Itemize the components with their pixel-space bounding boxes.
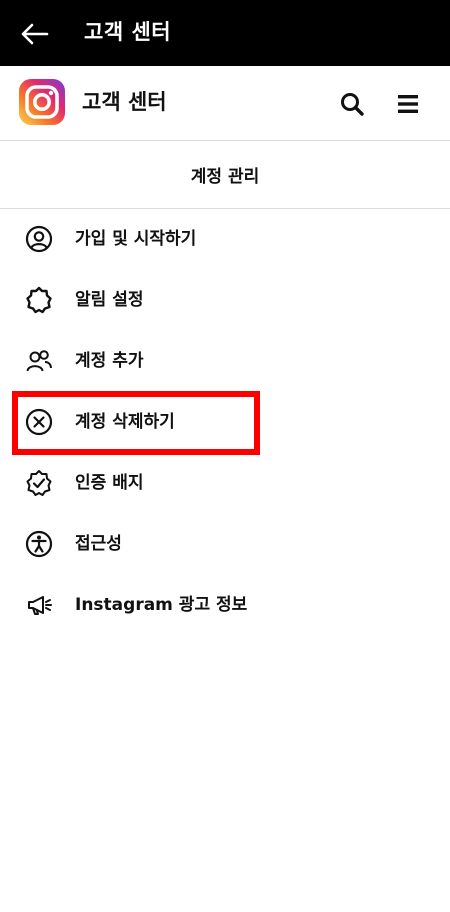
menu-item-label: 알림 설정 (75, 290, 144, 310)
account-management-menu: 가입 및 시작하기 알림 설정 계정 추가 계정 삭제하기 인증 배지 접근성 … (0, 209, 450, 636)
menu-item-label: 계정 삭제하기 (75, 412, 175, 432)
help-center-page: 고객 센터 고객 센터 계정 관리 가입 및 시작하기 알림 설정 계정 추가 … (0, 0, 450, 912)
menu-item-instagram-ads[interactable]: Instagram 광고 정보 (0, 575, 450, 636)
hamburger-menu-button[interactable] (390, 86, 426, 122)
menu-item-label: 가입 및 시작하기 (75, 229, 197, 249)
menu-item-label: 인증 배지 (75, 473, 144, 493)
section-title: 계정 관리 (0, 140, 450, 209)
search-button[interactable] (334, 86, 370, 122)
search-icon (341, 93, 364, 116)
menu-item-label: Instagram 광고 정보 (75, 595, 248, 615)
menu-item-label: 접근성 (75, 534, 122, 554)
add-people-icon (24, 346, 54, 376)
user-circle-icon (24, 224, 54, 254)
menu-item-notifications[interactable]: 알림 설정 (0, 270, 450, 331)
verified-badge-icon (24, 468, 54, 498)
back-button[interactable] (14, 14, 54, 54)
menu-item-signup[interactable]: 가입 및 시작하기 (0, 209, 450, 270)
menu-item-verified-badge[interactable]: 인증 배지 (0, 453, 450, 514)
menu-item-delete-account[interactable]: 계정 삭제하기 (0, 392, 450, 453)
menu-item-label: 계정 추가 (75, 351, 144, 371)
accessibility-icon (24, 529, 54, 559)
menu-item-add-account[interactable]: 계정 추가 (0, 331, 450, 392)
arrow-left-icon (21, 23, 49, 45)
help-center-header: 고객 센터 (0, 66, 450, 141)
hamburger-icon (398, 95, 418, 113)
menu-item-accessibility[interactable]: 접근성 (0, 514, 450, 575)
circle-x-icon (24, 407, 54, 437)
bell-badge-icon (24, 285, 54, 315)
app-bar-title: 고객 센터 (84, 20, 172, 44)
help-center-title: 고객 센터 (82, 90, 167, 114)
section-title-text: 계정 관리 (190, 166, 260, 187)
instagram-logo-icon[interactable] (18, 78, 66, 126)
megaphone-icon (24, 590, 54, 620)
top-app-bar: 고객 센터 (0, 0, 450, 66)
